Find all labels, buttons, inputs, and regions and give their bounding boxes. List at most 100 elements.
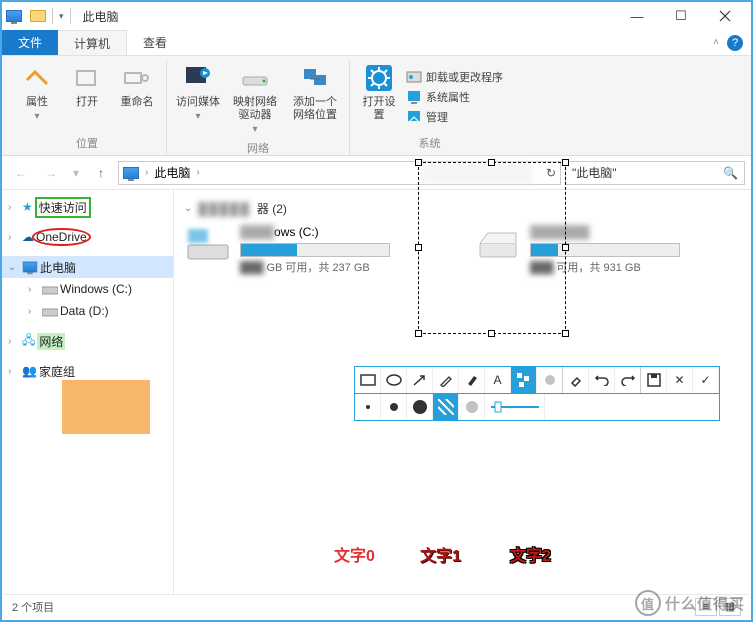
tool-blur-icon[interactable] bbox=[537, 367, 563, 393]
drive-c-label: Windows (C:) bbox=[60, 282, 132, 296]
uninstall-programs-button[interactable]: 卸载或更改程序 bbox=[406, 69, 503, 85]
tree-network[interactable]: › 🖧 网络 bbox=[2, 330, 173, 352]
network-label: 网络 bbox=[37, 333, 65, 350]
tree-drive-c[interactable]: › Windows (C:) bbox=[2, 278, 173, 300]
text-annotation-0[interactable]: 文字0 bbox=[334, 542, 375, 566]
tab-computer[interactable]: 计算机 bbox=[58, 30, 127, 55]
drive-c-capacity-text: GB 可用，共 237 GB bbox=[266, 262, 369, 274]
tool-rectangle-icon[interactable] bbox=[355, 367, 381, 393]
tree-onedrive[interactable]: › ☁ OneDrive bbox=[2, 226, 173, 248]
text-annotation-1[interactable]: 文字1 bbox=[420, 542, 461, 566]
search-icon[interactable]: 🔍 bbox=[723, 166, 738, 180]
intensity-slider[interactable] bbox=[485, 394, 545, 420]
breadcrumb-this-pc[interactable]: 此电脑 bbox=[154, 164, 190, 181]
drive-d-label: Data (D:) bbox=[60, 304, 109, 318]
drive-icon bbox=[42, 283, 58, 295]
add-network-location-button[interactable]: 添加一个网络位置 bbox=[287, 60, 343, 138]
drive-c-icon bbox=[184, 225, 232, 265]
drive-c-name: ows (C:) bbox=[274, 225, 319, 239]
group-count: 器 (2) bbox=[257, 200, 287, 217]
system-properties-button[interactable]: 系统属性 bbox=[406, 89, 503, 105]
rename-label: 重命名 bbox=[121, 96, 154, 109]
tool-cancel-icon[interactable]: ✕ bbox=[667, 367, 693, 393]
tool-marker-icon[interactable] bbox=[459, 367, 485, 393]
title-bar: ▾ 此电脑 — ☐ bbox=[2, 2, 751, 30]
watermark-text: 什么值得买 bbox=[665, 593, 745, 614]
watermark: 值 什么值得买 bbox=[635, 590, 745, 616]
size-small-icon[interactable] bbox=[355, 394, 381, 420]
media-label: 访问媒体 bbox=[176, 96, 220, 109]
tool-text-icon[interactable]: A bbox=[485, 367, 511, 393]
tree-homegroup[interactable]: › 👥 家庭组 bbox=[2, 360, 173, 382]
tool-pencil-icon[interactable] bbox=[433, 367, 459, 393]
tool-undo-icon[interactable] bbox=[589, 367, 615, 393]
search-input[interactable]: "此电脑" 🔍 bbox=[565, 161, 745, 185]
tree-drive-d[interactable]: › Data (D:) bbox=[2, 300, 173, 322]
group-system-label: 系统 bbox=[419, 133, 441, 155]
properties-button[interactable]: 属性 ▾ bbox=[14, 60, 60, 133]
manage-label: 管理 bbox=[426, 109, 448, 125]
homegroup-icon: 👥 bbox=[22, 364, 37, 378]
window-title: 此电脑 bbox=[83, 8, 119, 25]
annotation-toolbar: A ✕ ✓ bbox=[354, 366, 720, 421]
size-large-icon[interactable] bbox=[407, 394, 433, 420]
help-icon[interactable]: ? bbox=[727, 35, 743, 51]
drive-d-capacity-text: 可用，共 931 GB bbox=[556, 262, 640, 274]
quick-access-label: 快速访问 bbox=[35, 197, 91, 218]
onedrive-label: OneDrive bbox=[36, 230, 87, 244]
qat-customize-icon[interactable]: ▾ bbox=[59, 11, 64, 22]
ribbon-group-network: 访问媒体 ▾ 映射网络驱动器 ▾ 添加一个网络位置 网络 bbox=[167, 60, 350, 155]
tool-save-icon[interactable] bbox=[641, 367, 667, 393]
qat-folder-icon[interactable] bbox=[30, 10, 46, 22]
up-button[interactable]: ↑ bbox=[88, 160, 114, 186]
watermark-icon: 值 bbox=[635, 590, 661, 616]
add-location-label: 添加一个网络位置 bbox=[289, 96, 341, 122]
back-button[interactable]: ← bbox=[8, 160, 34, 186]
group-network-label: 网络 bbox=[247, 138, 269, 160]
map-drive-button[interactable]: 映射网络驱动器 ▾ bbox=[227, 60, 283, 138]
close-button[interactable] bbox=[703, 2, 747, 30]
tool-ellipse-icon[interactable] bbox=[381, 367, 407, 393]
pattern-blur-icon[interactable] bbox=[459, 394, 485, 420]
rename-button[interactable]: 重命名 bbox=[114, 60, 160, 133]
tool-eraser-icon[interactable] bbox=[563, 367, 589, 393]
network-icon: 🖧 bbox=[22, 331, 35, 352]
forward-button[interactable]: → bbox=[38, 160, 64, 186]
homegroup-label: 家庭组 bbox=[39, 363, 75, 380]
maximize-button[interactable]: ☐ bbox=[659, 2, 703, 30]
access-media-button[interactable]: 访问媒体 ▾ bbox=[173, 60, 223, 138]
recent-locations-icon[interactable]: ▾ bbox=[68, 160, 84, 186]
ribbon-group-location: 属性 ▾ 打开 重命名 位置 bbox=[8, 60, 167, 155]
tree-this-pc[interactable]: ⌄ 此电脑 bbox=[2, 256, 173, 278]
open-settings-label: 打开设置 bbox=[358, 96, 400, 122]
tab-file[interactable]: 文件 bbox=[2, 30, 58, 55]
this-pc-label: 此电脑 bbox=[40, 259, 76, 276]
tree-quick-access[interactable]: › ★ 快速访问 bbox=[2, 196, 173, 218]
collapse-ribbon-icon[interactable]: ˄ bbox=[713, 37, 719, 48]
tool-arrow-icon[interactable] bbox=[407, 367, 433, 393]
status-item-count: 2 个项目 bbox=[12, 599, 54, 615]
tool-mosaic-icon[interactable] bbox=[511, 367, 537, 393]
location-icon bbox=[123, 167, 139, 179]
drive-item-c[interactable]: ████ows (C:) ███ GB 可用，共 237 GB bbox=[184, 225, 444, 275]
drive-icon bbox=[42, 305, 58, 317]
tab-view[interactable]: 查看 bbox=[127, 30, 183, 55]
ribbon-tabs: 文件 计算机 查看 ˄ ? bbox=[2, 30, 751, 56]
selection-marquee[interactable] bbox=[418, 162, 566, 334]
open-settings-button[interactable]: 打开设置 bbox=[356, 60, 402, 133]
star-icon: ★ bbox=[22, 200, 33, 214]
app-icon bbox=[6, 10, 22, 22]
open-button[interactable]: 打开 bbox=[64, 60, 110, 133]
manage-button[interactable]: 管理 bbox=[406, 109, 503, 125]
pattern-mosaic-icon[interactable] bbox=[433, 394, 459, 420]
ribbon: 属性 ▾ 打开 重命名 位置 访问媒体 ▾ bbox=[2, 56, 751, 156]
text-annotation-2[interactable]: 文字2 bbox=[510, 542, 551, 566]
minimize-button[interactable]: — bbox=[615, 2, 659, 30]
uninstall-label: 卸载或更改程序 bbox=[426, 69, 503, 85]
address-bar-row: ← → ▾ ↑ › 此电脑 › ↻ "此电脑" 🔍 bbox=[2, 156, 751, 190]
orange-annotation-block bbox=[62, 380, 150, 434]
tool-confirm-icon[interactable]: ✓ bbox=[693, 367, 719, 393]
tool-redo-icon[interactable] bbox=[615, 367, 641, 393]
map-drive-label: 映射网络驱动器 bbox=[229, 96, 281, 122]
size-medium-icon[interactable] bbox=[381, 394, 407, 420]
